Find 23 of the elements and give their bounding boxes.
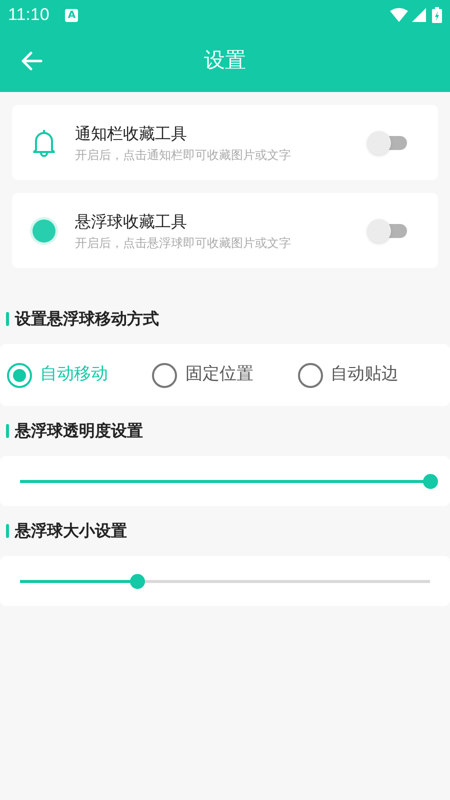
setting-title: 悬浮球收藏工具 xyxy=(75,210,188,232)
status-time: 11:10 xyxy=(8,4,50,26)
section-marker xyxy=(6,524,9,538)
setting-title: 通知栏收藏工具 xyxy=(75,122,188,144)
section-marker xyxy=(6,424,9,438)
page-title: 设置 xyxy=(204,47,246,74)
section-heading: 设置悬浮球移动方式 xyxy=(15,308,159,330)
notification-badge: A xyxy=(65,8,78,22)
radio-option[interactable]: 固定位置 xyxy=(152,362,298,388)
back-arrow-icon xyxy=(21,51,43,71)
section-marker xyxy=(6,312,9,326)
floating-ball-icon xyxy=(29,216,59,246)
bell-icon xyxy=(31,128,57,158)
setting-description: 开启后，点击悬浮球即可收藏图片或文字 xyxy=(75,234,292,252)
slider-thumb[interactable] xyxy=(423,474,438,488)
radio-option[interactable]: 自动贴边 xyxy=(298,362,443,388)
battery-icon xyxy=(432,7,442,23)
slider-thumb[interactable] xyxy=(130,574,145,588)
signal-icon xyxy=(412,8,426,22)
section-heading: 悬浮球大小设置 xyxy=(15,520,127,542)
wifi-icon xyxy=(390,8,408,22)
section-heading: 悬浮球透明度设置 xyxy=(15,420,143,442)
setting-description: 开启后，点击通知栏即可收藏图片或文字 xyxy=(75,146,292,164)
